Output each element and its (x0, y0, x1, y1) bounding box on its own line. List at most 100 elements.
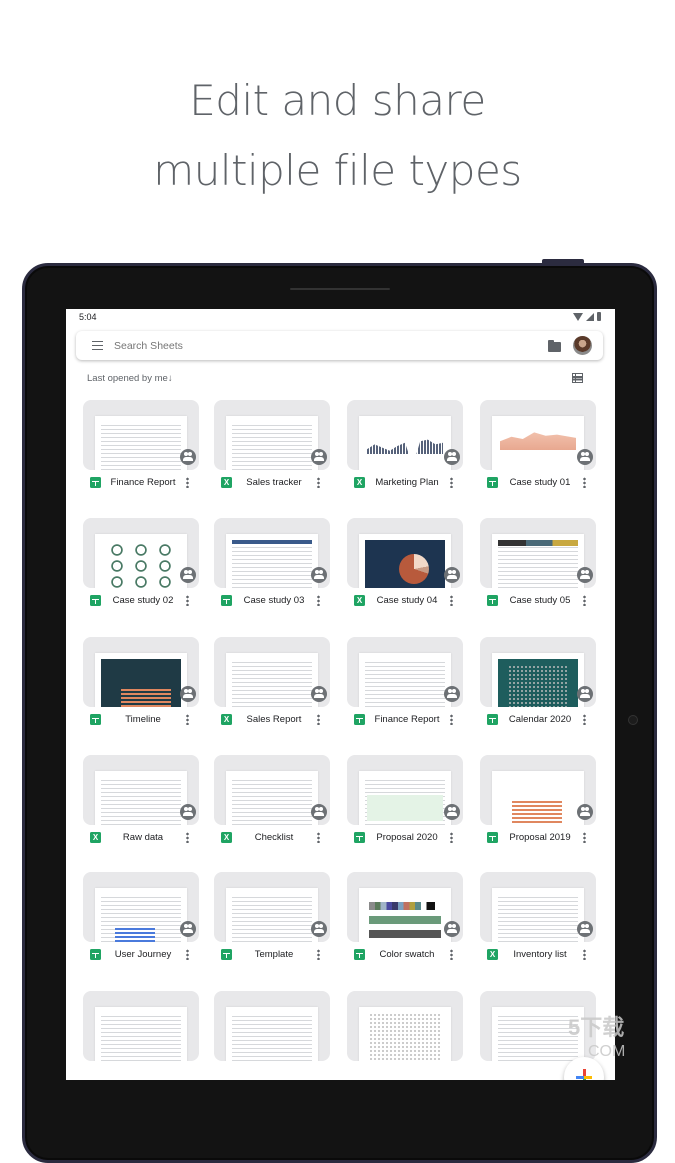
file-thumbnail[interactable] (480, 755, 596, 825)
file-card[interactable]: X Sales tracker (214, 400, 330, 500)
file-card[interactable] (83, 991, 199, 1080)
more-options-icon[interactable] (583, 595, 586, 606)
file-card[interactable]: Template (214, 872, 330, 972)
thumb-bar-chart (512, 801, 562, 825)
file-thumbnail[interactable] (480, 518, 596, 588)
file-card[interactable]: X Checklist (214, 755, 330, 855)
sort-control[interactable]: Last opened by me↓ (87, 373, 173, 384)
thumb-calendar-grid (508, 665, 568, 707)
file-name: Marketing Plan (375, 477, 439, 488)
more-options-icon[interactable] (317, 949, 320, 960)
search-bar[interactable] (76, 331, 603, 360)
shared-icon (311, 804, 327, 820)
more-options-icon[interactable] (317, 595, 320, 606)
more-options-icon[interactable] (583, 949, 586, 960)
file-label-row: Proposal 2020 (347, 830, 463, 846)
file-card[interactable]: X Marketing Plan (347, 400, 463, 500)
file-thumbnail[interactable] (83, 991, 199, 1061)
file-card[interactable]: Case study 05 (480, 518, 596, 618)
file-card[interactable]: Case study 01 (480, 400, 596, 500)
shared-icon (577, 921, 593, 937)
file-card[interactable]: X Case study 04 (347, 518, 463, 618)
excel-file-icon: X (221, 832, 232, 843)
file-name: Case study 04 (376, 595, 438, 606)
more-options-icon[interactable] (450, 595, 453, 606)
file-card[interactable]: Color swatch (347, 872, 463, 972)
status-bar: 5:04 (66, 309, 615, 325)
file-card[interactable]: Case study 02 (83, 518, 199, 618)
thumb-sheet-lines (498, 1013, 578, 1061)
file-thumbnail[interactable] (214, 872, 330, 942)
file-thumbnail[interactable] (347, 637, 463, 707)
file-thumbnail[interactable] (214, 400, 330, 470)
file-thumbnail[interactable] (480, 872, 596, 942)
tablet-speaker (290, 288, 390, 290)
thumb-sheet-lines (232, 540, 312, 588)
file-thumbnail[interactable] (83, 872, 199, 942)
account-avatar[interactable] (573, 336, 592, 355)
file-card[interactable]: Calendar 2020 (480, 637, 596, 737)
file-thumbnail[interactable] (214, 755, 330, 825)
file-thumbnail[interactable] (480, 637, 596, 707)
more-options-icon[interactable] (186, 595, 189, 606)
file-thumbnail[interactable] (347, 755, 463, 825)
more-options-icon[interactable] (317, 477, 320, 488)
thumbnail-page (226, 888, 318, 942)
file-thumbnail[interactable] (480, 400, 596, 470)
file-thumbnail[interactable] (347, 518, 463, 588)
file-thumbnail[interactable] (83, 400, 199, 470)
file-label-row: Case study 05 (480, 593, 596, 609)
file-card[interactable] (214, 991, 330, 1080)
more-options-icon[interactable] (317, 714, 320, 725)
more-options-icon[interactable] (317, 832, 320, 843)
file-name: Calendar 2020 (508, 714, 572, 725)
more-options-icon[interactable] (186, 714, 189, 725)
more-options-icon[interactable] (583, 832, 586, 843)
file-thumbnail[interactable] (214, 637, 330, 707)
more-options-icon[interactable] (583, 477, 586, 488)
more-options-icon[interactable] (450, 714, 453, 725)
more-options-icon[interactable] (450, 477, 453, 488)
file-card[interactable]: Finance Report (347, 637, 463, 737)
file-card[interactable]: Timeline (83, 637, 199, 737)
file-card[interactable]: Finance Report (83, 400, 199, 500)
shared-icon (311, 449, 327, 465)
more-options-icon[interactable] (186, 949, 189, 960)
file-thumbnail[interactable] (347, 991, 463, 1061)
file-card[interactable]: X Inventory list (480, 872, 596, 972)
excel-file-icon: X (354, 477, 365, 488)
file-thumbnail[interactable] (347, 400, 463, 470)
thumbnail-page (492, 653, 584, 707)
file-label-row: X Inventory list (480, 947, 596, 963)
file-thumbnail[interactable] (347, 872, 463, 942)
more-options-icon[interactable] (450, 949, 453, 960)
more-options-icon[interactable] (186, 477, 189, 488)
file-card[interactable]: Case study 03 (214, 518, 330, 618)
menu-icon[interactable] (92, 341, 103, 350)
file-thumbnail[interactable] (83, 755, 199, 825)
more-options-icon[interactable] (450, 832, 453, 843)
search-input[interactable] (114, 337, 494, 354)
list-view-icon[interactable] (572, 373, 583, 383)
file-label-row: Calendar 2020 (480, 712, 596, 728)
file-name: Inventory list (513, 949, 567, 960)
thumbnail-page (359, 888, 451, 942)
excel-file-icon: X (90, 832, 101, 843)
thumb-sheet-lines (232, 1013, 312, 1061)
more-options-icon[interactable] (186, 832, 189, 843)
more-options-icon[interactable] (583, 714, 586, 725)
file-card[interactable]: Proposal 2020 (347, 755, 463, 855)
thumb-bar-chart (115, 928, 155, 942)
file-card[interactable]: Proposal 2019 (480, 755, 596, 855)
file-thumbnail[interactable] (83, 518, 199, 588)
file-card[interactable]: User Journey (83, 872, 199, 972)
file-card[interactable] (347, 991, 463, 1080)
file-card[interactable]: X Raw data (83, 755, 199, 855)
file-thumbnail[interactable] (83, 637, 199, 707)
headline-line-2: multiple file types (153, 146, 522, 195)
shared-icon (180, 686, 196, 702)
folder-icon[interactable] (548, 340, 561, 352)
file-thumbnail[interactable] (214, 518, 330, 588)
file-card[interactable]: X Sales Report (214, 637, 330, 737)
file-thumbnail[interactable] (214, 991, 330, 1061)
